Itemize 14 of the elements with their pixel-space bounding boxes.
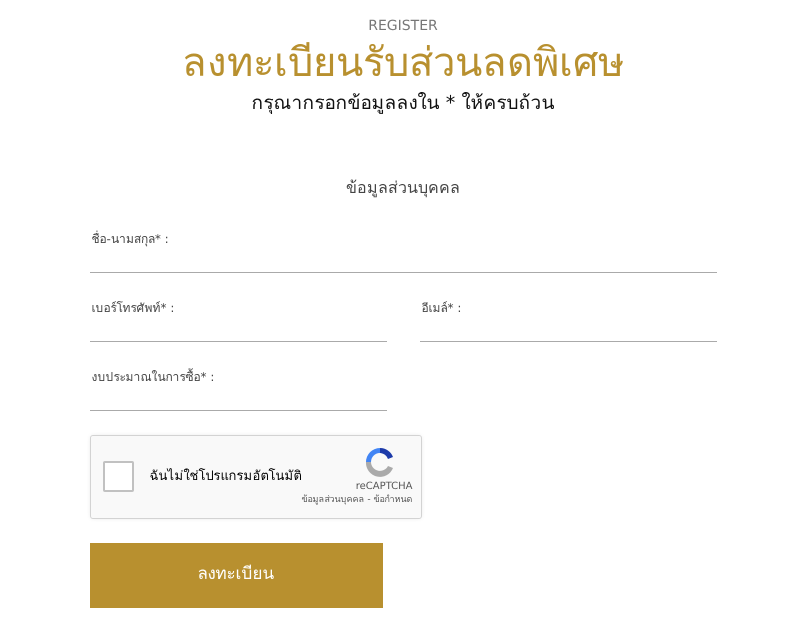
captcha-checkbox[interactable] — [102, 461, 134, 492]
page-title: ลงทะเบียนรับส่วนลดพิเศษ — [182, 40, 624, 86]
separator-text: - — [367, 495, 371, 506]
captcha-label: ฉันไม่ใช่โปรแกรมอัตโนมัติ — [150, 467, 302, 486]
input-field[interactable]: อีเมล์* : — [420, 280, 716, 342]
eyebrow-text: REGISTER — [367, 17, 439, 36]
input-field[interactable]: งบประมาณในการซื้อ* : — [90, 350, 386, 410]
input-field[interactable]: เบอร์โทรศัพท์* : — [90, 280, 386, 342]
input-field[interactable]: ชื่อ-นามสกุล* : — [90, 212, 716, 272]
recaptcha-label: reCAPTCHA — [356, 480, 412, 494]
section-title: ข้อมูลส่วนบุคคล — [346, 178, 460, 196]
privacy-link[interactable]: ข้อมูลส่วนบุคคล — [302, 495, 364, 506]
terms-link[interactable]: ข้อกำหนด — [374, 495, 412, 506]
subtitle: กรุณากรอกข้อมูลลงใน * ให้ครบถ้วน — [252, 92, 554, 114]
